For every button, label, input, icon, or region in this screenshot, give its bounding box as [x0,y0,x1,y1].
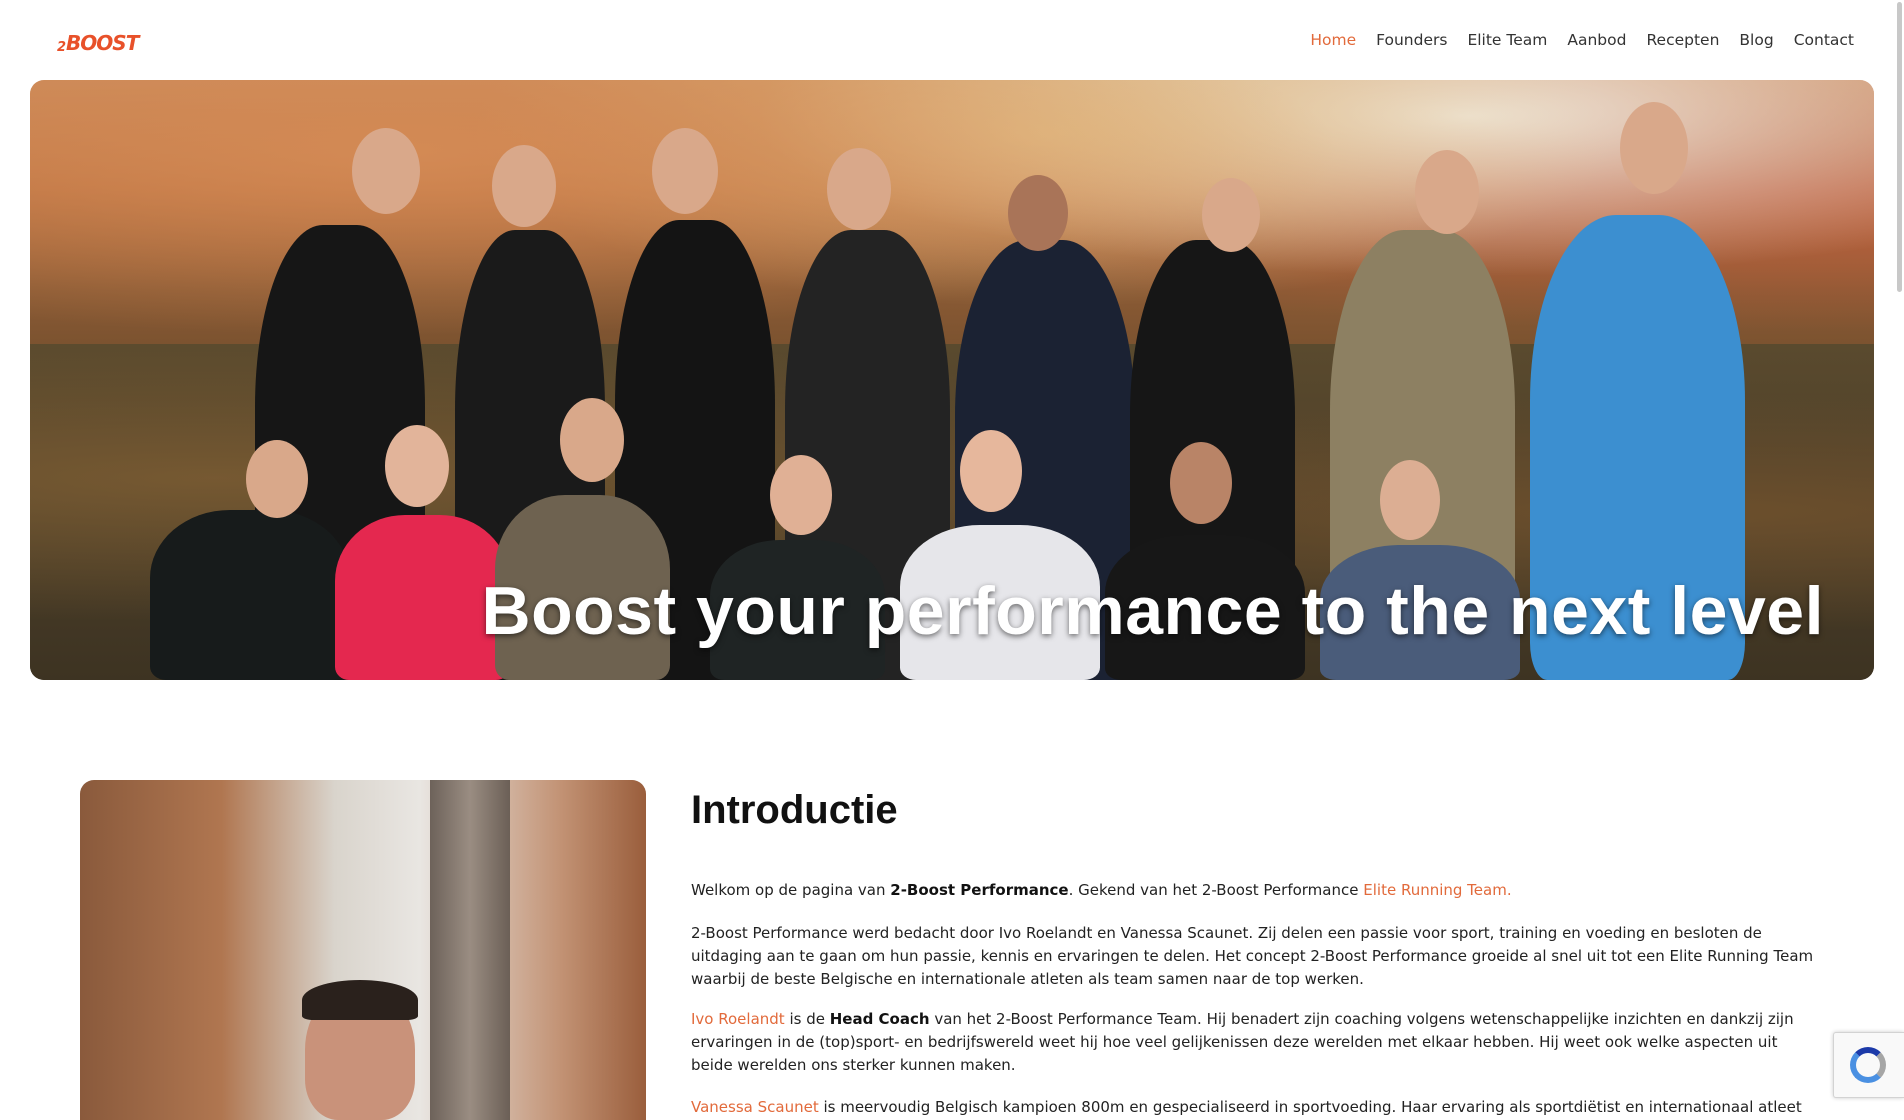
intro-p1-text-c: . Gekend van het 2-Boost Performance [1068,881,1364,899]
team-member-head [352,128,420,214]
main-nav: Home Founders Elite Team Aanbod Recepten… [1290,28,1854,52]
recaptcha-badge[interactable] [1833,1032,1904,1098]
team-member-head [1008,175,1068,251]
intro-paragraph-1: Welkom op de pagina van 2-Boost Performa… [691,879,1512,902]
team-member-head [1415,150,1479,234]
brand-logo[interactable]: 2 BOOST [57,26,139,55]
ivo-roelandt-link[interactable]: Ivo Roelandt [691,1010,785,1028]
logo-text: BOOST [66,31,139,55]
nav-elite-team[interactable]: Elite Team [1467,28,1547,52]
team-member-head [1170,442,1232,524]
intro-paragraph-3: Ivo Roelandt is de Head Coach van het 2-… [691,1008,1821,1077]
intro-photo [80,780,646,1120]
intro-section: Introductie Welkom op de pagina van 2-Bo… [691,785,1821,1116]
intro-paragraph-2: 2-Boost Performance werd bedacht door Iv… [691,924,1814,988]
intro-p3-role: Head Coach [829,1010,930,1028]
team-member-head [1380,460,1440,540]
team-member-head [960,430,1022,512]
recaptcha-icon [1850,1047,1886,1083]
nav-founders[interactable]: Founders [1376,28,1447,52]
team-member-head [770,455,832,535]
team-member-head [492,145,556,227]
vanessa-scaunet-link[interactable]: Vanessa Scaunet [691,1098,819,1116]
nav-aanbod[interactable]: Aanbod [1567,28,1626,52]
photo-tree-trunk [430,780,510,1120]
nav-home[interactable]: Home [1310,28,1356,52]
intro-p1-brand: 2-Boost Performance [890,881,1069,899]
page-scrollbar[interactable] [1896,0,1904,1107]
site-header: 2 BOOST Home Founders Elite Team Aanbod … [0,0,1904,80]
team-member-head [1620,102,1688,194]
intro-p3-text-a: is de [784,1010,830,1028]
nav-contact[interactable]: Contact [1794,28,1854,52]
intro-p4-text-a: is meervoudig Belgisch kampioen 800m en … [818,1098,1802,1116]
photo-person-hair [302,980,418,1020]
team-member-head [652,128,718,214]
nav-recepten[interactable]: Recepten [1646,28,1719,52]
team-member-head [560,398,624,482]
scrollbar-thumb[interactable] [1897,2,1902,292]
intro-paragraph-4: Vanessa Scaunet is meervoudig Belgisch k… [691,1096,1802,1119]
team-member-head [246,440,308,518]
team-member-head [385,425,449,507]
logo-prefix: 2 [57,40,66,55]
elite-running-team-link[interactable]: Elite Running Team. [1363,881,1511,899]
intro-heading: Introductie [691,788,898,832]
hero-title: Boost your performance to the next level [481,573,1824,649]
team-member-head [827,148,891,230]
intro-p1-text-a: Welkom op de pagina van [691,881,891,899]
team-member-head [1202,178,1260,252]
nav-blog[interactable]: Blog [1739,28,1773,52]
hero-banner: Boost your performance to the next level [30,80,1874,680]
